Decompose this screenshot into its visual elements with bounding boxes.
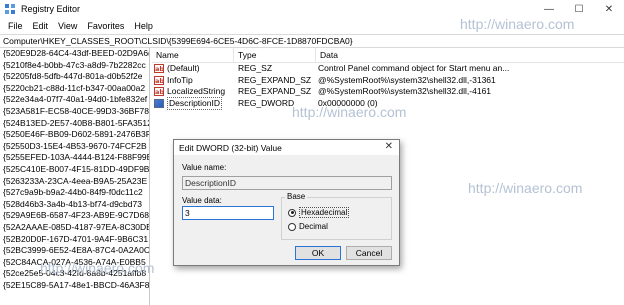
- tree-item[interactable]: {525C410E-B007-4F15-81DD-49DF9B: [0, 164, 149, 176]
- value-name-label: Value name:: [182, 163, 227, 172]
- value-name: InfoTip: [167, 74, 193, 85]
- menu-favorites[interactable]: Favorites: [82, 21, 129, 31]
- value-data: @%SystemRoot%\system32\shell32.dll,-3136…: [318, 74, 496, 85]
- tree-item[interactable]: {522e34a4-07f7-40a1-94d0-1bfe832ef: [0, 94, 149, 106]
- value-data: Control Panel command object for Start m…: [318, 63, 510, 73]
- dialog-title: Edit DWORD (32-bit) Value: [179, 142, 282, 153]
- base-label: Base: [285, 192, 308, 201]
- tree-item[interactable]: {52BC3999-6E52-4E8A-87C4-0A2A0C: [0, 245, 149, 257]
- window-title: Registry Editor: [21, 4, 81, 14]
- menu-help[interactable]: Help: [129, 21, 158, 31]
- menu-edit[interactable]: Edit: [28, 21, 54, 31]
- tree-item[interactable]: {5255EFED-103A-4444-B124-F88F99E: [0, 152, 149, 164]
- tree-item[interactable]: {52550D3-15E4-4B53-9670-74FCF2B: [0, 141, 149, 153]
- column-name[interactable]: Name: [152, 48, 234, 62]
- dialog-title-bar: Edit DWORD (32-bit) Value ✕: [174, 140, 399, 155]
- value-name-field: DescriptionID: [182, 176, 392, 190]
- tree-item[interactable]: {5250E46F-BB09-D602-5891-2476B3F: [0, 129, 149, 141]
- decimal-label: Decimal: [299, 222, 328, 231]
- tree-item[interactable]: {527c9a9b-b9a2-44b0-84f9-f0dc11c2: [0, 187, 149, 199]
- ok-button[interactable]: OK: [295, 246, 341, 260]
- column-data[interactable]: Data: [316, 48, 624, 62]
- tree-item[interactable]: {524B13ED-2E57-40B8-B801-5FA3512: [0, 118, 149, 130]
- value-type: REG_EXPAND_SZ: [238, 86, 312, 97]
- hexadecimal-radio[interactable]: Hexadecimal: [288, 207, 350, 218]
- tree-item[interactable]: {528d46b3-3a4b-4b13-bf74-d9cbd73: [0, 199, 149, 211]
- radio-unselected-icon: [288, 222, 296, 231]
- string-value-icon: ab: [154, 64, 165, 74]
- tree-item[interactable]: {523A581F-EC58-40CE-99D3-36BF789: [0, 106, 149, 118]
- binary-value-icon: [154, 99, 164, 109]
- close-button[interactable]: ✕: [594, 0, 624, 18]
- value-name: DescriptionID: [167, 96, 223, 111]
- hexadecimal-label: Hexadecimal: [299, 207, 350, 218]
- values-header: Name Type Data: [152, 48, 624, 63]
- value-name: (Default): [167, 63, 200, 73]
- value-row[interactable]: ab InfoTip REG_EXPAND_SZ @%SystemRoot%\syst…: [152, 75, 624, 87]
- tree-item[interactable]: {52E15C89-5A17-48e1-BBCD-46A3F8: [0, 280, 149, 292]
- tree-item[interactable]: {520E9D28-64C4-43df-BEED-02D9A6(: [0, 48, 149, 60]
- dialog-close-button[interactable]: ✕: [385, 141, 393, 152]
- registry-editor-icon: [5, 3, 16, 15]
- base-group: Base Hexadecimal Decimal: [281, 192, 392, 240]
- value-row[interactable]: ab LocalizedString REG_EXPAND_SZ @%SystemRo…: [152, 86, 624, 98]
- tree-item[interactable]: {52B20D0F-167D-4701-9A4F-9B6C31: [0, 234, 149, 246]
- menu-view[interactable]: View: [53, 21, 82, 31]
- column-type[interactable]: Type: [234, 48, 316, 62]
- watermark: http://winaero.com: [460, 16, 575, 32]
- tree-item[interactable]: {529A9E6B-6587-4F23-AB9E-9C7D68: [0, 210, 149, 222]
- value-data-input[interactable]: 3: [182, 206, 274, 220]
- value-data-label: Value data:: [182, 196, 222, 205]
- decimal-radio[interactable]: Decimal: [288, 222, 328, 231]
- radio-selected-icon: [288, 208, 296, 217]
- tree-item[interactable]: {5210f8e4-b0bb-47c3-a8d9-7b2282cc: [0, 60, 149, 72]
- tree-item[interactable]: {5263233A-23CA-4eea-B9A5-25A23E: [0, 176, 149, 188]
- value-type: REG_SZ: [238, 63, 273, 73]
- tree-item[interactable]: {5220cb21-c88d-11cf-b347-00aa00a2: [0, 83, 149, 95]
- cancel-button[interactable]: Cancel: [346, 246, 392, 260]
- watermark: http://winaero.com: [40, 260, 155, 276]
- edit-dword-dialog: Edit DWORD (32-bit) Value ✕ Value name: …: [173, 139, 400, 266]
- menu-file[interactable]: File: [3, 21, 28, 31]
- address-bar[interactable]: Computer\HKEY_CLASSES_ROOT\CLSID\{5399E6…: [0, 34, 624, 48]
- tree-item[interactable]: {52A2AAAE-085D-4187-97EA-8C30DE: [0, 222, 149, 234]
- watermark: http://winaero.com: [468, 180, 583, 196]
- tree-item[interactable]: {52205fd8-5dfb-447d-801a-d0b52f2e: [0, 71, 149, 83]
- value-type: REG_EXPAND_SZ: [238, 74, 312, 85]
- value-row[interactable]: ab (Default) REG_SZ Control Panel command o…: [152, 63, 624, 75]
- value-data: @%SystemRoot%\system32\shell32.dll,-4161: [318, 86, 492, 97]
- string-value-icon: ab: [154, 87, 165, 97]
- string-value-icon: ab: [154, 75, 165, 85]
- watermark: http://winaero.com: [292, 104, 407, 120]
